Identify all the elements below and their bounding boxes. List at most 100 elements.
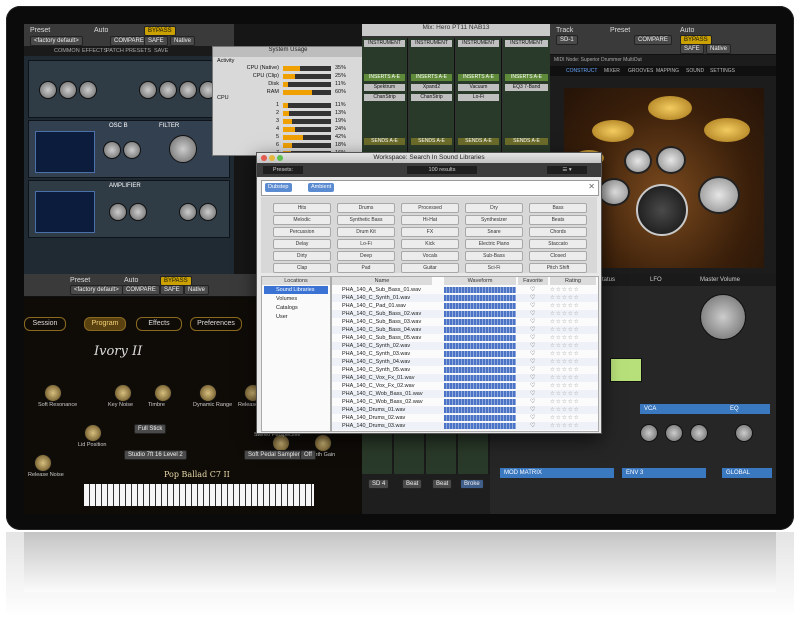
- tag-button[interactable]: Synthesizer: [465, 215, 523, 225]
- file-row[interactable]: PHA_140_C_Synth_03.wav ♡ ☆☆☆☆☆: [332, 350, 598, 358]
- waveform-preview[interactable]: [444, 295, 516, 301]
- osc-b-knob[interactable]: [123, 141, 141, 159]
- rating-stars-icon[interactable]: ☆☆☆☆☆: [550, 334, 580, 342]
- tom-icon[interactable]: [656, 146, 686, 174]
- osc-knob[interactable]: [139, 81, 157, 99]
- file-row[interactable]: PHA_140_C_Synth_02.wav ♡ ☆☆☆☆☆: [332, 342, 598, 350]
- off-toggle[interactable]: Off: [300, 450, 316, 460]
- tab-mapping[interactable]: MAPPING: [656, 68, 679, 74]
- amp-knob[interactable]: [199, 203, 217, 221]
- waveform-preview[interactable]: [444, 327, 516, 333]
- osc-knob[interactable]: [159, 81, 177, 99]
- tag-button[interactable]: Electric Piano: [465, 239, 523, 249]
- tag-button[interactable]: FX: [401, 227, 459, 237]
- tab-mixer[interactable]: MIXER: [604, 68, 620, 74]
- cymbal-icon[interactable]: [704, 118, 750, 142]
- rating-stars-icon[interactable]: ☆☆☆☆☆: [550, 358, 580, 366]
- favorite-heart-icon[interactable]: ♡: [530, 382, 535, 390]
- search-chip[interactable]: Ambient: [308, 183, 335, 192]
- tag-button[interactable]: Drum Kit: [337, 227, 395, 237]
- file-row[interactable]: PHA_140_A_Sub_Bass_01.wav ♡ ☆☆☆☆☆: [332, 286, 598, 294]
- file-row[interactable]: PHA_140_C_Wob_Bass_01.wav ♡ ☆☆☆☆☆: [332, 390, 598, 398]
- ivory-knob[interactable]: [199, 384, 217, 402]
- tag-button[interactable]: Percussion: [273, 227, 331, 237]
- file-row[interactable]: PHA_140_C_Synth_05.wav ♡ ☆☆☆☆☆: [332, 366, 598, 374]
- favorite-heart-icon[interactable]: ♡: [530, 414, 535, 422]
- file-row[interactable]: PHA_140_C_Sub_Bass_02.wav ♡ ☆☆☆☆☆: [332, 310, 598, 318]
- ivory-knob[interactable]: [154, 384, 172, 402]
- vca-knob[interactable]: [665, 424, 683, 442]
- file-row[interactable]: PHA_140_C_Synth_01.wav ♡ ☆☆☆☆☆: [332, 294, 598, 302]
- file-row[interactable]: PHA_140_Drums_03.wav ♡ ☆☆☆☆☆: [332, 422, 598, 430]
- insert-slot[interactable]: Spektrum: [364, 84, 405, 91]
- tag-button[interactable]: Synthetic Bass: [337, 215, 395, 225]
- amp-knob[interactable]: [179, 203, 197, 221]
- amp-knob[interactable]: [109, 203, 127, 221]
- favorite-heart-icon[interactable]: ♡: [530, 294, 535, 302]
- file-row[interactable]: PHA_140_C_Wob_Bass_02.wav ♡ ☆☆☆☆☆: [332, 398, 598, 406]
- waveform-preview[interactable]: [444, 375, 516, 381]
- rating-stars-icon[interactable]: ☆☆☆☆☆: [550, 366, 580, 374]
- favorite-heart-icon[interactable]: ♡: [530, 358, 535, 366]
- track-selector[interactable]: SD-1: [556, 35, 578, 45]
- tag-button[interactable]: Lo-Fi: [337, 239, 395, 249]
- tag-button[interactable]: Pitch Shift: [529, 263, 587, 273]
- waveform-preview[interactable]: [444, 423, 516, 429]
- rating-stars-icon[interactable]: ☆☆☆☆☆: [550, 382, 580, 390]
- amp-knob[interactable]: [129, 203, 147, 221]
- tag-button[interactable]: Snare: [465, 227, 523, 237]
- lid-position-selector[interactable]: Full Stick: [134, 424, 167, 434]
- compare-button[interactable]: COMPARE: [122, 285, 160, 295]
- column-favorite[interactable]: Favorite: [518, 277, 548, 285]
- browser-options-icon[interactable]: ☰ ▾: [547, 166, 587, 174]
- column-waveform[interactable]: Waveform: [444, 277, 516, 285]
- rating-stars-icon[interactable]: ☆☆☆☆☆: [550, 286, 580, 294]
- track-name[interactable]: SD 4: [368, 479, 390, 489]
- file-row[interactable]: PHA_140_C_Sub_Bass_04.wav ♡ ☆☆☆☆☆: [332, 326, 598, 334]
- tag-button[interactable]: Guitar: [401, 263, 459, 273]
- tag-button[interactable]: Processed: [401, 203, 459, 213]
- rating-stars-icon[interactable]: ☆☆☆☆☆: [550, 318, 580, 326]
- rating-stars-icon[interactable]: ☆☆☆☆☆: [550, 374, 580, 382]
- tab-construct[interactable]: CONSTRUCT: [566, 68, 597, 74]
- tag-button[interactable]: Staccato: [529, 239, 587, 249]
- rating-stars-icon[interactable]: ☆☆☆☆☆: [550, 326, 580, 334]
- tag-button[interactable]: Chords: [529, 227, 587, 237]
- insert-slot[interactable]: Lo-Fi: [458, 94, 499, 101]
- tab-common[interactable]: COMMON: [54, 48, 80, 54]
- native-button[interactable]: Native: [184, 285, 210, 295]
- favorite-heart-icon[interactable]: ♡: [530, 318, 535, 326]
- file-row[interactable]: PHA_140_Drums_02.wav ♡ ☆☆☆☆☆: [332, 414, 598, 422]
- piano-keyboard[interactable]: [84, 484, 314, 506]
- waveform-preview[interactable]: [444, 367, 516, 373]
- insert-slot[interactable]: EQ3 7-Band: [505, 84, 548, 91]
- insert-slot[interactable]: Xpand2: [411, 84, 452, 91]
- favorite-heart-icon[interactable]: ♡: [530, 286, 535, 294]
- osc-knob[interactable]: [79, 81, 97, 99]
- file-row[interactable]: PHA_140_C_Sub_Bass_03.wav ♡ ☆☆☆☆☆: [332, 318, 598, 326]
- preset-selector[interactable]: <factory default>: [30, 36, 83, 46]
- ivory-knob[interactable]: [114, 384, 132, 402]
- vca-knob[interactable]: [690, 424, 708, 442]
- ivory-knob[interactable]: [84, 424, 102, 442]
- tag-button[interactable]: Delay: [273, 239, 331, 249]
- file-row[interactable]: PHA_140_C_Pad_01.wav ♡ ☆☆☆☆☆: [332, 302, 598, 310]
- favorite-heart-icon[interactable]: ♡: [530, 342, 535, 350]
- tag-button[interactable]: Kick: [401, 239, 459, 249]
- location-catalogs[interactable]: Catalogs: [264, 304, 328, 312]
- favorite-heart-icon[interactable]: ♡: [530, 310, 535, 318]
- rating-stars-icon[interactable]: ☆☆☆☆☆: [550, 342, 580, 350]
- favorite-heart-icon[interactable]: ♡: [530, 390, 535, 398]
- snare-icon[interactable]: [598, 178, 630, 206]
- floor-tom-icon[interactable]: [698, 176, 740, 214]
- minimize-icon[interactable]: [269, 155, 275, 161]
- tag-button[interactable]: Drums: [337, 203, 395, 213]
- soft-pedal-sampler[interactable]: Soft Pedal Sampler: [244, 450, 304, 460]
- waveform-preview[interactable]: [444, 359, 516, 365]
- location-user[interactable]: User: [264, 313, 328, 321]
- favorite-heart-icon[interactable]: ♡: [530, 398, 535, 406]
- osc-knob[interactable]: [179, 81, 197, 99]
- compare-button[interactable]: COMPARE: [110, 36, 148, 46]
- favorite-heart-icon[interactable]: ♡: [530, 422, 535, 430]
- bypass-button[interactable]: BYPASS: [144, 26, 176, 36]
